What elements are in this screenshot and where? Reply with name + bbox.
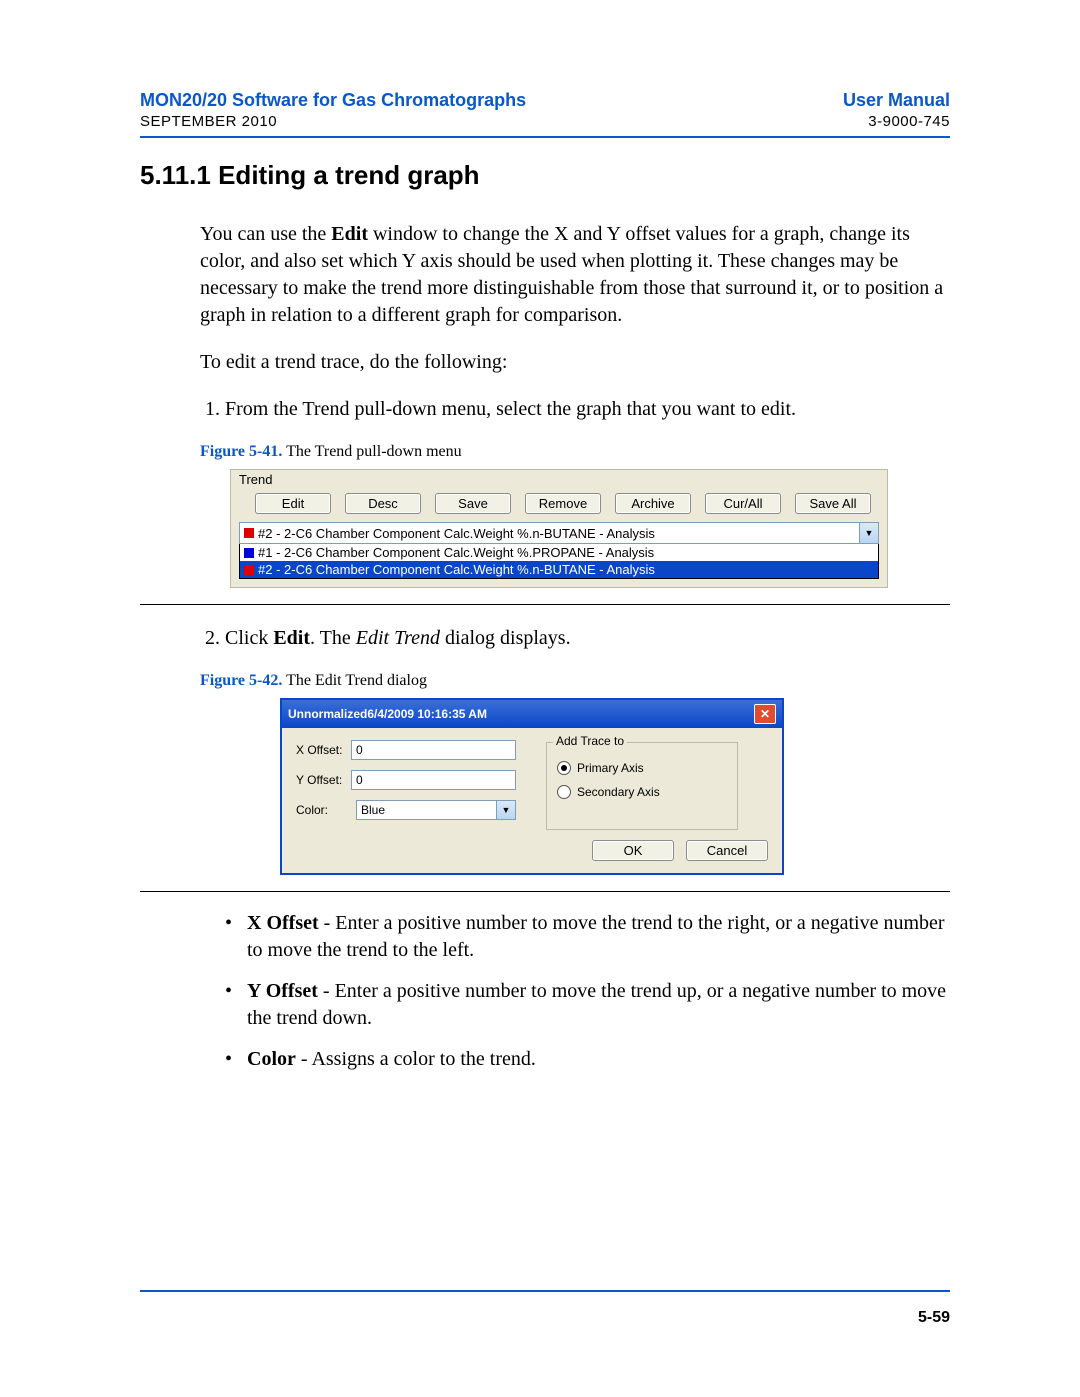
secondary-axis-radio[interactable]: Secondary Axis [557, 785, 727, 799]
figure-divider-2 [140, 891, 950, 892]
ok-button[interactable]: OK [592, 840, 674, 861]
lead-in-paragraph: To edit a trend trace, do the following: [200, 349, 950, 376]
color-select[interactable]: Blue ▼ [356, 800, 516, 820]
header-doc-type: User Manual [843, 90, 950, 111]
chevron-down-icon[interactable]: ▼ [859, 523, 878, 543]
bullet-y-offset: Y Offset - Enter a positive number to mo… [225, 978, 950, 1032]
procedure-steps: From the Trend pull-down menu, select th… [200, 396, 950, 423]
figure-5-42-text: The Edit Trend dialog [282, 672, 427, 689]
primary-axis-radio[interactable]: Primary Axis [557, 761, 727, 775]
trend-pulldown-panel: Trend Edit Desc Save Remove Archive Cur/… [230, 469, 888, 588]
groupbox-legend: Add Trace to [553, 734, 627, 748]
procedure-steps-cont: Click Edit. The Edit Trend dialog displa… [200, 625, 950, 652]
trend-button-row: Edit Desc Save Remove Archive Cur/All Sa… [255, 493, 879, 514]
color-label: Color: [296, 803, 356, 817]
bullet-color: Color - Assigns a color to the trend. [225, 1046, 950, 1073]
figure-divider [140, 604, 950, 605]
intro-paragraph: You can use the Edit window to change th… [200, 221, 950, 329]
trend-group-label: Trend [237, 472, 274, 487]
dialog-body: X Offset: Y Offset: Color: Blue ▼ Add Tr… [282, 728, 782, 840]
trend-swatch-icon [244, 548, 254, 558]
radio-icon [557, 785, 571, 799]
save-all-button[interactable]: Save All [795, 493, 871, 514]
chevron-down-icon[interactable]: ▼ [496, 801, 515, 819]
close-icon[interactable]: ✕ [754, 704, 776, 724]
header-rule [140, 136, 950, 138]
section-number: 5.11.1 [140, 160, 211, 190]
figure-5-42-label: Figure 5-42. [200, 672, 282, 689]
figure-5-41-caption: Figure 5-41. The Trend pull-down menu [200, 443, 950, 461]
figure-5-42-caption: Figure 5-42. The Edit Trend dialog [200, 672, 950, 690]
header-product-title: MON20/20 Software for Gas Chromatographs [140, 90, 526, 111]
bullet-x-offset: X Offset - Enter a positive number to mo… [225, 910, 950, 964]
figure-5-41-label: Figure 5-41. [200, 443, 282, 460]
cur-all-button[interactable]: Cur/All [705, 493, 781, 514]
trend-dropdown-selected: #2 - 2-C6 Chamber Component Calc.Weight … [258, 526, 655, 541]
y-offset-input[interactable] [351, 770, 516, 790]
dialog-titlebar: Unnormalized6/4/2009 10:16:35 AM ✕ [282, 700, 782, 728]
archive-button[interactable]: Archive [615, 493, 691, 514]
edit-trend-dialog: Unnormalized6/4/2009 10:16:35 AM ✕ X Off… [280, 698, 784, 875]
header-date: SEPTEMBER 2010 [140, 113, 277, 130]
y-offset-label: Y Offset: [296, 773, 351, 787]
footer-rule [140, 1290, 950, 1292]
dialog-button-row: OK Cancel [282, 840, 782, 873]
option-bullets: X Offset - Enter a positive number to mo… [225, 910, 950, 1073]
x-offset-label: X Offset: [296, 743, 351, 757]
trend-dropdown[interactable]: #2 - 2-C6 Chamber Component Calc.Weight … [239, 522, 879, 544]
trend-dropdown-item-selected[interactable]: #2 - 2-C6 Chamber Component Calc.Weight … [240, 561, 878, 578]
desc-button[interactable]: Desc [345, 493, 421, 514]
manual-page: MON20/20 Software for Gas Chromatographs… [0, 0, 1080, 1397]
edit-button[interactable]: Edit [255, 493, 331, 514]
figure-5-41-text: The Trend pull-down menu [282, 443, 461, 460]
page-header: MON20/20 Software for Gas Chromatographs… [140, 90, 950, 111]
trend-dropdown-item[interactable]: #1 - 2-C6 Chamber Component Calc.Weight … [240, 544, 878, 561]
page-subheader: SEPTEMBER 2010 3-9000-745 [140, 113, 950, 130]
header-doc-number: 3-9000-745 [868, 113, 950, 130]
cancel-button[interactable]: Cancel [686, 840, 768, 861]
page-number: 5-59 [918, 1309, 950, 1327]
trend-dropdown-list: #1 - 2-C6 Chamber Component Calc.Weight … [239, 544, 879, 579]
step-2: Click Edit. The Edit Trend dialog displa… [225, 625, 950, 652]
dialog-fields: X Offset: Y Offset: Color: Blue ▼ [296, 740, 516, 830]
trend-swatch-icon [244, 565, 254, 575]
add-trace-groupbox: Add Trace to Primary Axis Secondary Axis [546, 742, 738, 830]
section-heading: 5.11.1 Editing a trend graph [140, 160, 950, 191]
radio-icon [557, 761, 571, 775]
dialog-title: Unnormalized6/4/2009 10:16:35 AM [288, 707, 487, 721]
trend-swatch-icon [244, 528, 254, 538]
step-1: From the Trend pull-down menu, select th… [225, 396, 950, 423]
save-button[interactable]: Save [435, 493, 511, 514]
x-offset-input[interactable] [351, 740, 516, 760]
section-title: Editing a trend graph [218, 160, 479, 190]
remove-button[interactable]: Remove [525, 493, 601, 514]
color-select-value: Blue [361, 803, 385, 817]
